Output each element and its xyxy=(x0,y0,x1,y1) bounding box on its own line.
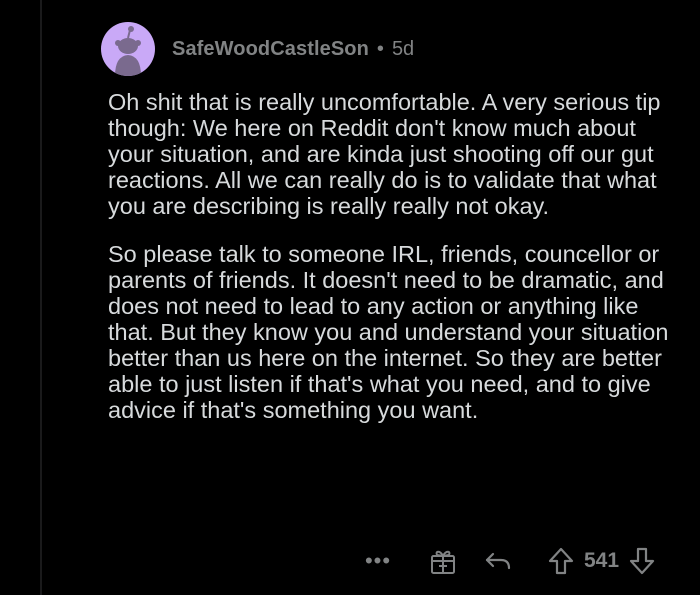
award-icon[interactable] xyxy=(430,547,456,575)
comment-actions: ••• 541 xyxy=(364,545,655,577)
comment-paragraph-2: So please talk to someone IRL, friends, … xyxy=(108,241,669,423)
username[interactable]: SafeWoodCastleSon xyxy=(172,38,369,61)
meta-separator: • xyxy=(376,37,384,60)
comment-paragraph-1: Oh shit that is really uncomfortable. A … xyxy=(108,89,661,219)
comment: SafeWoodCastleSon • 5d Oh shit that is r… xyxy=(0,0,700,595)
downvote-icon[interactable] xyxy=(629,547,655,575)
thread-line[interactable] xyxy=(40,0,42,595)
avatar[interactable] xyxy=(101,22,155,76)
snoo-avatar-icon xyxy=(115,26,141,76)
vote-score: 541 xyxy=(584,549,620,572)
reply-icon[interactable] xyxy=(484,549,512,573)
comment-body: Oh shit that is really uncomfortable. A … xyxy=(108,89,688,445)
more-options-icon[interactable]: ••• xyxy=(364,548,392,574)
comment-header: SafeWoodCastleSon • 5d xyxy=(101,22,414,76)
upvote-icon[interactable] xyxy=(548,547,574,575)
comment-age: 5d xyxy=(391,37,415,60)
